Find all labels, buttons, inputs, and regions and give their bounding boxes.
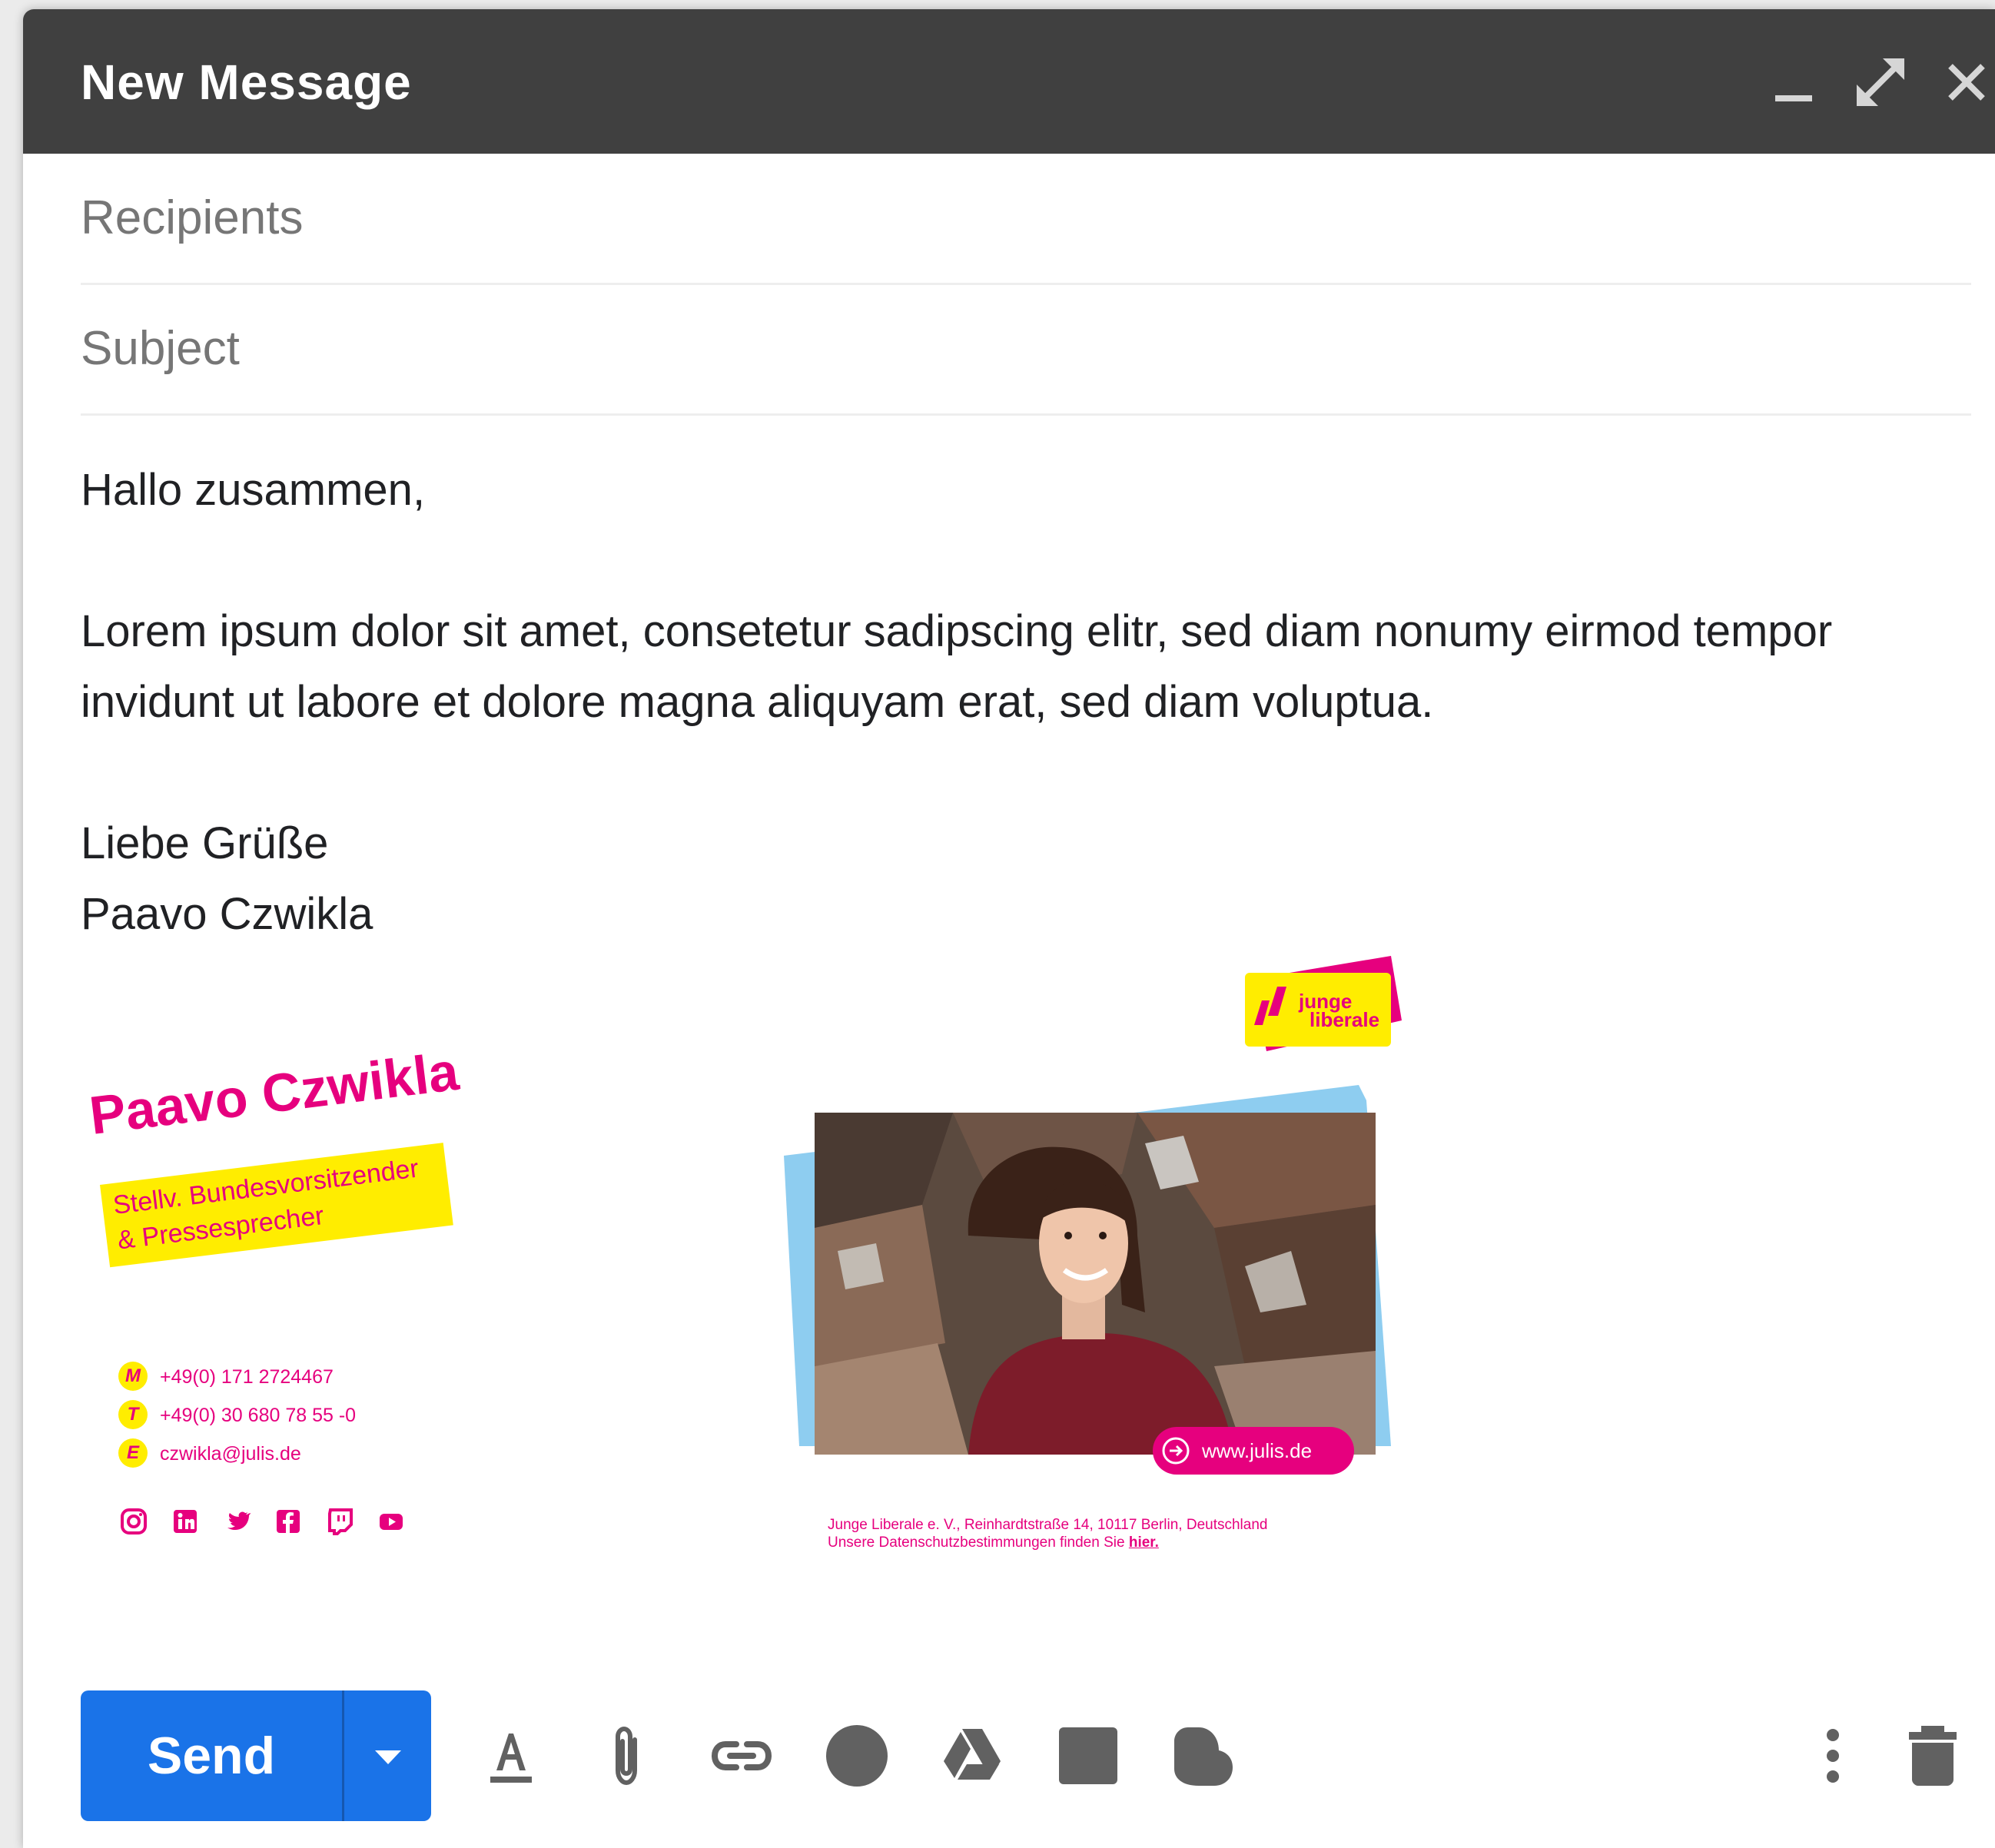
- trash-icon: [1909, 1726, 1957, 1786]
- privacy-text: Unsere Datenschutzbestimmungen finden Si…: [828, 1534, 1125, 1551]
- more-options-button[interactable]: [1791, 1714, 1875, 1798]
- email-address[interactable]: czwikla@julis.de: [160, 1443, 301, 1465]
- compose-window: New Message Recipients Subject Hallo zus…: [23, 9, 1995, 1848]
- privacy-link[interactable]: hier.: [1129, 1534, 1159, 1551]
- recipients-field[interactable]: Recipients: [81, 154, 1971, 285]
- formatting-button[interactable]: [469, 1714, 553, 1798]
- send-options-button[interactable]: [344, 1690, 431, 1821]
- contact-list: M +49(0) 171 2724467 T +49(0) 30 680 78 …: [118, 1362, 441, 1485]
- title-bar[interactable]: New Message: [23, 9, 1995, 154]
- website-link[interactable]: www.julis.de: [1202, 1439, 1312, 1463]
- drive-icon: [944, 1729, 1001, 1780]
- emoji-icon: [826, 1725, 888, 1787]
- subject-placeholder: Subject: [81, 322, 240, 375]
- contact-item-phone: T +49(0) 30 680 78 55 -0: [118, 1400, 426, 1431]
- website-pill[interactable]: www.julis.de: [1153, 1427, 1354, 1475]
- contact-item-mobile: M +49(0) 171 2724467: [118, 1362, 426, 1392]
- logo-text-line: liberale: [1310, 1008, 1380, 1031]
- attach-icon: [616, 1726, 637, 1786]
- twitch-icon[interactable]: [326, 1508, 354, 1535]
- mobile-number[interactable]: +49(0) 171 2724467: [160, 1366, 334, 1388]
- youtube-icon[interactable]: [377, 1508, 405, 1535]
- more-options-icon: [1827, 1729, 1839, 1783]
- linkedin-icon[interactable]: [171, 1508, 199, 1535]
- send-button[interactable]: Send: [81, 1690, 342, 1821]
- signature-name: Paavo Czwikla: [86, 1040, 462, 1146]
- expand-button[interactable]: [1846, 48, 1915, 117]
- minimize-icon: [1775, 95, 1812, 101]
- subject-field[interactable]: Subject: [81, 284, 1971, 416]
- twitter-icon[interactable]: [223, 1508, 251, 1535]
- sender-line: Paavo Czwikla: [81, 889, 373, 939]
- drive-button[interactable]: [930, 1714, 1014, 1798]
- signature-role-box: Stellv. Bundesvorsitzender & Pressesprec…: [100, 1143, 453, 1268]
- closing-line: Liebe Grüße: [81, 818, 329, 868]
- minimize-button[interactable]: [1760, 48, 1829, 117]
- recipients-placeholder: Recipients: [81, 191, 304, 244]
- photo-icon: [1059, 1727, 1117, 1784]
- send-button-group: Send: [81, 1690, 431, 1821]
- junge-liberale-logo: junge liberale: [1237, 954, 1406, 1062]
- phone-badge: T: [118, 1400, 148, 1429]
- body-paragraph-line: invidunt ut labore et dolore magna aliqu…: [81, 677, 1434, 727]
- social-icons-row: [120, 1508, 427, 1538]
- email-badge: E: [118, 1438, 148, 1468]
- close-button[interactable]: [1932, 48, 1995, 117]
- formatting-icon: [490, 1734, 532, 1783]
- privacy-line: Unsere Datenschutzbestimmungen finden Si…: [828, 1534, 1159, 1551]
- emoji-button[interactable]: [815, 1714, 899, 1798]
- attach-button[interactable]: [584, 1714, 669, 1798]
- phone-number[interactable]: +49(0) 30 680 78 55 -0: [160, 1405, 356, 1427]
- mobile-badge: M: [118, 1362, 148, 1391]
- send-options-icon: [375, 1750, 401, 1764]
- email-signature: Paavo Czwikla Stellv. Bundesvorsitzender…: [69, 954, 1402, 1569]
- compose-toolbar: Send: [23, 1677, 1995, 1830]
- message-body[interactable]: Hallo zusammen, Lorem ipsum dolor sit am…: [81, 455, 1832, 950]
- expand-icon: [1857, 58, 1904, 106]
- window-title: New Message: [81, 55, 412, 110]
- body-paragraph-line: Lorem ipsum dolor sit amet, consetetur s…: [81, 606, 1833, 656]
- org-address: Junge Liberale e. V., Reinhardtstraße 14…: [828, 1517, 1268, 1533]
- link-button[interactable]: [699, 1714, 784, 1798]
- contact-item-email: E czwikla@julis.de: [118, 1438, 426, 1469]
- greeting-line: Hallo zusammen,: [81, 465, 426, 515]
- photo-card: www.julis.de: [784, 1085, 1391, 1475]
- link-icon: [711, 1741, 772, 1770]
- instagram-icon[interactable]: [120, 1508, 148, 1535]
- confidential-icon: [1174, 1727, 1233, 1786]
- arrow-circle-icon: [1162, 1437, 1190, 1465]
- profile-photo: [815, 1113, 1376, 1455]
- discard-button[interactable]: [1890, 1714, 1975, 1798]
- photo-button[interactable]: [1045, 1714, 1130, 1798]
- confidential-button[interactable]: [1160, 1714, 1245, 1798]
- facebook-icon[interactable]: [274, 1508, 302, 1535]
- close-icon: [1948, 64, 1985, 101]
